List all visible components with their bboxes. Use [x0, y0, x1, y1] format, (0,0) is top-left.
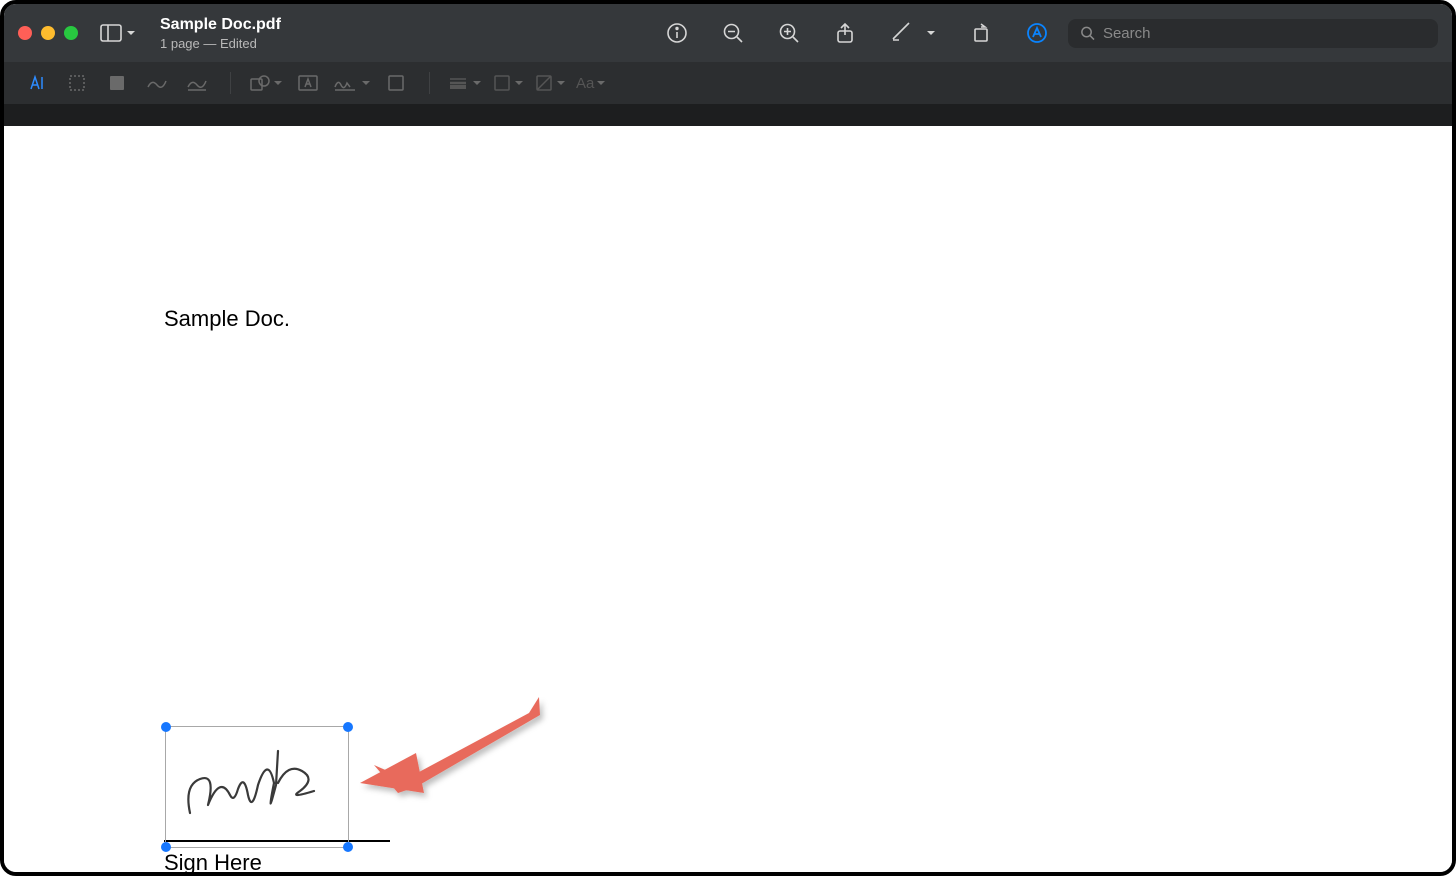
border-color-tool[interactable] — [492, 73, 524, 93]
fullscreen-window-button[interactable] — [64, 26, 78, 40]
signature-icon — [333, 73, 359, 93]
window-titlebar: Sample Doc.pdf 1 page — Edited — [4, 4, 1452, 62]
text-style-icon: Aa — [576, 75, 594, 92]
toolbar-separator — [230, 72, 231, 94]
border-style-tool[interactable] — [448, 75, 482, 91]
sidebar-toggle-button[interactable] — [100, 24, 136, 42]
minimize-window-button[interactable] — [41, 26, 55, 40]
chevron-down-icon — [514, 78, 524, 88]
document-heading: Sample Doc. — [164, 306, 290, 332]
search-input[interactable] — [1103, 25, 1426, 42]
chevron-down-icon — [556, 78, 566, 88]
markup-icon — [1026, 22, 1048, 44]
note-tool[interactable] — [381, 68, 411, 98]
document-canvas[interactable]: Sample Doc. Sign Here — [4, 126, 1452, 872]
chevron-down-icon[interactable] — [926, 28, 936, 38]
chevron-down-icon — [126, 28, 136, 38]
rotate-icon — [970, 22, 992, 44]
chevron-down-icon — [472, 78, 482, 88]
chevron-down-icon — [596, 78, 606, 88]
sketch-tool[interactable] — [142, 68, 172, 98]
draw-icon — [186, 73, 208, 93]
share-icon — [834, 22, 856, 44]
resize-handle-tl[interactable] — [161, 722, 171, 732]
toolbar-separator — [429, 72, 430, 94]
search-icon — [1080, 25, 1095, 41]
rect-select-icon — [67, 73, 87, 93]
highlight-button[interactable] — [890, 20, 912, 47]
border-color-icon — [492, 73, 512, 93]
zoom-in-button[interactable] — [778, 22, 800, 44]
zoom-out-icon — [722, 22, 744, 44]
markup-toolbar: Aa — [4, 62, 1452, 104]
note-icon — [386, 73, 406, 93]
document-subtitle: 1 page — Edited — [160, 36, 281, 51]
shapes-icon — [249, 73, 271, 93]
traffic-lights — [18, 26, 78, 40]
border-style-icon — [448, 75, 470, 91]
redact-icon — [107, 73, 127, 93]
signature-annotation[interactable] — [165, 726, 349, 848]
fill-color-icon — [534, 73, 554, 93]
highlight-pen-icon — [890, 20, 912, 42]
sketch-icon — [146, 73, 168, 93]
fill-color-tool[interactable] — [534, 73, 566, 93]
draw-tool[interactable] — [182, 68, 212, 98]
text-style-tool[interactable]: Aa — [576, 75, 606, 92]
info-button[interactable] — [666, 22, 688, 44]
sign-tool[interactable] — [333, 73, 371, 93]
text-selection-tool[interactable] — [22, 68, 52, 98]
signature-glyph — [178, 735, 338, 835]
close-window-button[interactable] — [18, 26, 32, 40]
chevron-down-icon — [273, 78, 283, 88]
chevron-down-icon — [361, 78, 371, 88]
sign-here-label: Sign Here — [164, 850, 262, 876]
info-icon — [666, 22, 688, 44]
zoom-in-icon — [778, 22, 800, 44]
markup-toggle-button[interactable] — [1026, 22, 1048, 44]
zoom-out-button[interactable] — [722, 22, 744, 44]
rectangular-selection-tool[interactable] — [62, 68, 92, 98]
share-button[interactable] — [834, 22, 856, 44]
toolbar-substrip — [4, 104, 1452, 126]
text-box-tool[interactable] — [293, 68, 323, 98]
redact-tool[interactable] — [102, 68, 132, 98]
arrow-annotation-icon — [354, 691, 554, 811]
resize-handle-br[interactable] — [343, 842, 353, 852]
text-box-icon — [297, 73, 319, 93]
text-cursor-icon — [27, 73, 47, 93]
sidebar-icon — [100, 24, 122, 42]
search-field[interactable] — [1068, 19, 1438, 48]
shapes-tool[interactable] — [249, 73, 283, 93]
title-block: Sample Doc.pdf 1 page — Edited — [160, 16, 281, 51]
document-title: Sample Doc.pdf — [160, 16, 281, 34]
resize-handle-tr[interactable] — [343, 722, 353, 732]
rotate-button[interactable] — [970, 22, 992, 44]
